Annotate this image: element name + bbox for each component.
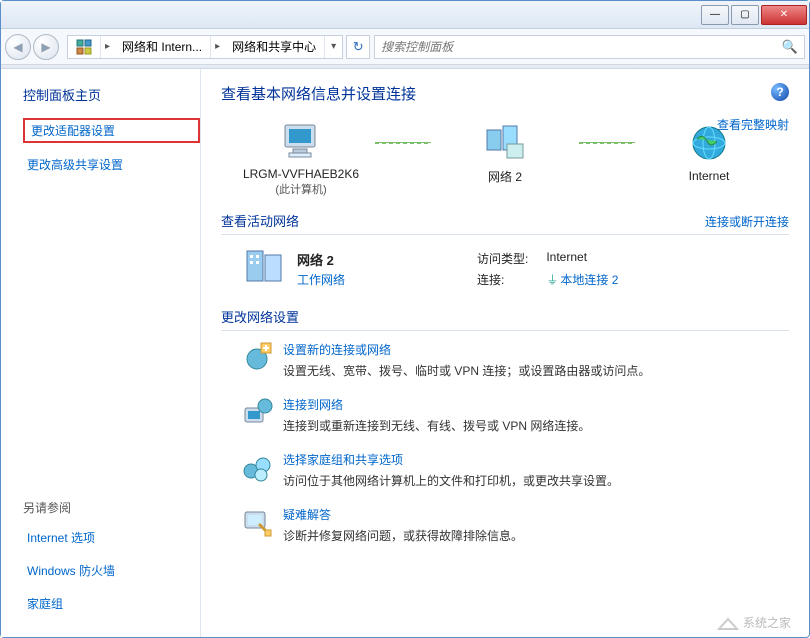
task-title: 设置新的连接或网络 bbox=[283, 341, 650, 358]
troubleshoot-icon bbox=[241, 506, 273, 538]
back-button[interactable]: ◀ bbox=[5, 34, 31, 60]
homegroup-icon bbox=[241, 451, 273, 483]
internet-options-link[interactable]: Internet 选项 bbox=[23, 526, 200, 549]
access-type-label: 访问类型: bbox=[477, 250, 528, 267]
active-networks-title: 查看活动网络 bbox=[221, 211, 299, 230]
task-new-connection[interactable]: 设置新的连接或网络 设置无线、宽带、拨号、临时或 VPN 连接；或设置路由器或访… bbox=[241, 341, 789, 380]
connection-label: 连接: bbox=[477, 271, 528, 288]
minimize-button[interactable]: — bbox=[701, 5, 729, 25]
watermark: 系统之家 bbox=[717, 614, 791, 631]
see-also-header: 另请参阅 bbox=[23, 499, 200, 516]
chevron-right-icon: ▸ bbox=[101, 41, 114, 52]
window-title-bar: — ▢ ✕ bbox=[1, 1, 809, 29]
search-icon[interactable]: 🔍 bbox=[782, 39, 798, 55]
homegroup-link[interactable]: 家庭组 bbox=[23, 592, 200, 615]
breadcrumb[interactable]: ▸ 网络和 Intern... ▸ 网络和共享中心 ▾ bbox=[67, 35, 343, 59]
breadcrumb-item-network[interactable]: 网络和 Intern... bbox=[114, 36, 211, 58]
search-input[interactable] bbox=[381, 40, 782, 54]
change-adapter-settings-link[interactable]: 更改适配器设置 bbox=[23, 118, 200, 143]
network-node-internet[interactable]: Internet bbox=[639, 121, 779, 195]
connect-disconnect-link[interactable]: 连接或断开连接 bbox=[705, 213, 789, 230]
internet-globe-icon bbox=[687, 121, 731, 165]
network-group-icon bbox=[483, 120, 527, 164]
connection-line bbox=[579, 142, 635, 144]
change-network-settings-header: 更改网络设置 bbox=[221, 307, 789, 331]
new-connection-icon bbox=[241, 341, 273, 373]
control-panel-home-link[interactable]: 控制面板主页 bbox=[23, 85, 200, 104]
content-area: 控制面板主页 更改适配器设置 更改高级共享设置 另请参阅 Internet 选项… bbox=[1, 69, 809, 637]
windows-firewall-link[interactable]: Windows 防火墙 bbox=[23, 559, 200, 582]
node-pc-sublabel: (此计算机) bbox=[275, 181, 326, 197]
computer-icon bbox=[279, 119, 323, 163]
network-tasks-list: 设置新的连接或网络 设置无线、宽带、拨号、临时或 VPN 连接；或设置路由器或访… bbox=[241, 341, 789, 545]
help-icon[interactable]: ? bbox=[771, 83, 789, 101]
refresh-button[interactable]: ↻ bbox=[346, 35, 370, 59]
ethernet-icon: ⏚ bbox=[546, 273, 558, 287]
connect-network-icon bbox=[241, 396, 273, 428]
search-box[interactable]: 🔍 bbox=[374, 35, 805, 59]
change-advanced-sharing-link[interactable]: 更改高级共享设置 bbox=[23, 153, 200, 176]
task-connect-network[interactable]: 连接到网络 连接到或重新连接到无线、有线、拨号或 VPN 网络连接。 bbox=[241, 396, 789, 435]
node-network-label: 网络 2 bbox=[488, 168, 522, 185]
page-title: 查看基本网络信息并设置连接 bbox=[221, 83, 789, 104]
network-map: LRGM-VVFHAEB2K6 (此计算机) 网络 2 Internet bbox=[221, 119, 789, 197]
task-desc: 设置无线、宽带、拨号、临时或 VPN 连接；或设置路由器或访问点。 bbox=[283, 362, 650, 380]
maximize-button[interactable]: ▢ bbox=[731, 5, 759, 25]
access-type-value: Internet bbox=[546, 250, 618, 267]
active-networks-header: 查看活动网络 连接或断开连接 bbox=[221, 211, 789, 235]
breadcrumb-root-icon[interactable] bbox=[68, 36, 101, 58]
active-network-entry: 网络 2 工作网络 访问类型: Internet 连接: ⏚本地连接 2 bbox=[241, 245, 789, 293]
task-homegroup-sharing[interactable]: 选择家庭组和共享选项 访问位于其他网络计算机上的文件和打印机，或更改共享设置。 bbox=[241, 451, 789, 490]
main-panel: ? 查看基本网络信息并设置连接 查看完整映射 LRGM-VVFHAEB2K6 (… bbox=[201, 69, 809, 637]
network-node-network[interactable]: 网络 2 bbox=[435, 120, 575, 197]
task-desc: 诊断并修复网络问题，或获得故障排除信息。 bbox=[283, 527, 523, 545]
close-button[interactable]: ✕ bbox=[761, 5, 807, 25]
watermark-icon bbox=[717, 615, 739, 631]
forward-button[interactable]: ▶ bbox=[33, 34, 59, 60]
breadcrumb-item-sharing-center[interactable]: 网络和共享中心 bbox=[224, 36, 325, 58]
sidebar: 控制面板主页 更改适配器设置 更改高级共享设置 另请参阅 Internet 选项… bbox=[1, 69, 201, 637]
task-title: 疑难解答 bbox=[283, 506, 523, 523]
chevron-right-icon: ▸ bbox=[211, 41, 224, 52]
connection-link[interactable]: ⏚本地连接 2 bbox=[546, 271, 618, 288]
work-network-icon bbox=[241, 245, 289, 293]
network-node-this-pc[interactable]: LRGM-VVFHAEB2K6 (此计算机) bbox=[231, 119, 371, 197]
chevron-down-icon[interactable]: ▾ bbox=[325, 41, 342, 52]
navigation-bar: ◀ ▶ ▸ 网络和 Intern... ▸ 网络和共享中心 ▾ ↻ 🔍 bbox=[1, 29, 809, 65]
connection-line bbox=[375, 142, 431, 144]
task-desc: 连接到或重新连接到无线、有线、拨号或 VPN 网络连接。 bbox=[283, 417, 590, 435]
node-internet-label: Internet bbox=[689, 169, 730, 183]
task-desc: 访问位于其他网络计算机上的文件和打印机，或更改共享设置。 bbox=[283, 472, 619, 490]
task-title: 连接到网络 bbox=[283, 396, 590, 413]
node-pc-label: LRGM-VVFHAEB2K6 bbox=[243, 167, 359, 181]
task-title: 选择家庭组和共享选项 bbox=[283, 451, 619, 468]
task-troubleshoot[interactable]: 疑难解答 诊断并修复网络问题，或获得故障排除信息。 bbox=[241, 506, 789, 545]
active-network-name: 网络 2 bbox=[297, 250, 477, 269]
network-type-link[interactable]: 工作网络 bbox=[297, 271, 477, 288]
